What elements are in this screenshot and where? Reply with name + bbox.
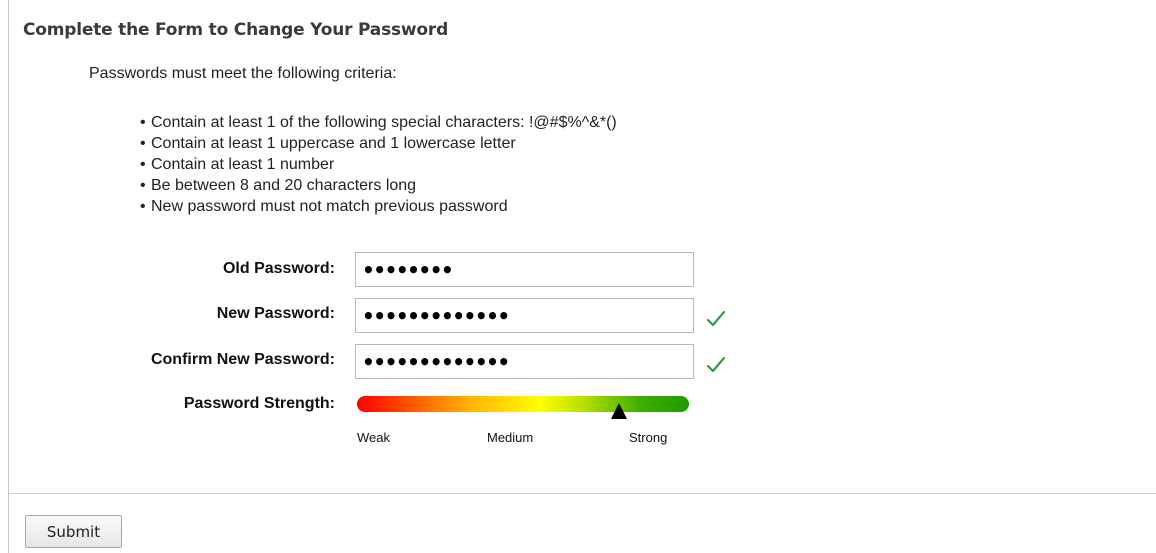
divider <box>9 493 1156 494</box>
new-password-label: New Password: <box>216 305 335 322</box>
form-title: Complete the Form to Change Your Passwor… <box>23 20 449 40</box>
check-icon <box>706 310 726 327</box>
strength-marker-icon <box>611 403 628 419</box>
criteria-item: Contain at least 1 number <box>137 154 617 175</box>
criteria-item: New password must not match previous pas… <box>137 196 617 217</box>
criteria-intro: Passwords must meet the following criter… <box>89 65 397 82</box>
confirm-password-label: Confirm New Password: <box>150 351 335 368</box>
strength-strong-label: Strong <box>629 430 668 445</box>
old-password-label: Old Password: <box>222 260 335 277</box>
old-password-input[interactable] <box>355 252 694 287</box>
strength-weak-label: Weak <box>357 430 390 445</box>
strength-medium-label: Medium <box>487 430 534 445</box>
check-icon <box>706 356 726 373</box>
criteria-item: Be between 8 and 20 characters long <box>137 175 617 196</box>
confirm-password-input[interactable] <box>355 344 694 379</box>
criteria-item: Contain at least 1 of the following spec… <box>137 112 617 133</box>
criteria-item: Contain at least 1 uppercase and 1 lower… <box>137 133 617 154</box>
criteria-list: Contain at least 1 of the following spec… <box>137 112 617 217</box>
new-password-input[interactable] <box>355 298 694 333</box>
password-strength-meter <box>357 396 689 412</box>
change-password-panel: Complete the Form to Change Your Passwor… <box>8 0 1156 553</box>
password-strength-label: Password Strength: <box>183 395 335 412</box>
submit-button[interactable]: Submit <box>25 515 122 548</box>
